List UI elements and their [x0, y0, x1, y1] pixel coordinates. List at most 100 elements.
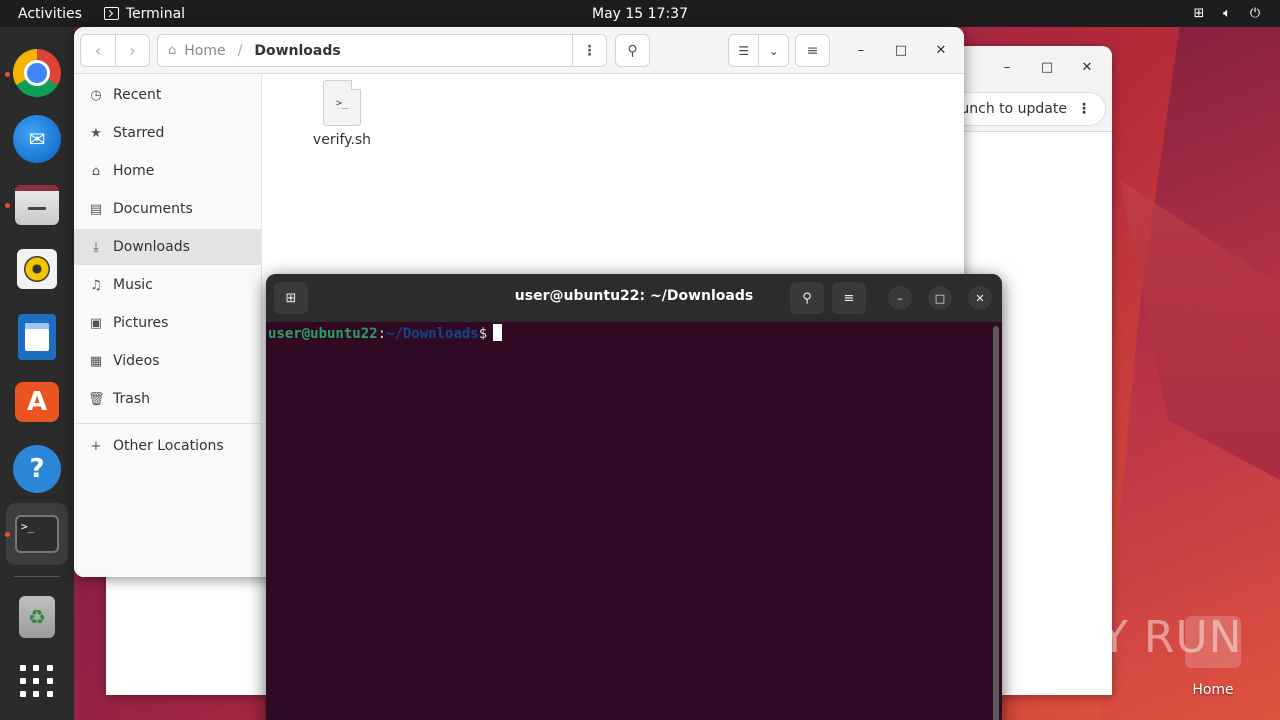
dock-separator [14, 576, 60, 577]
file-item[interactable]: >_ verify.sh [302, 80, 382, 148]
terminal-header: ⊞ user@ubuntu22: ~/Downloads ⚲ ≡ – □ ✕ [266, 274, 1002, 322]
breadcrumb: ⌂ Home / Downloads ⋮ [157, 34, 607, 67]
terminal-window: ⊞ user@ubuntu22: ~/Downloads ⚲ ≡ – □ ✕ u… [266, 274, 1002, 720]
prompt-user: user@ubuntu22 [268, 326, 378, 342]
nav-buttons: ‹ › [80, 34, 150, 67]
rhythmbox-icon[interactable] [17, 249, 57, 289]
desktop-home-icon[interactable]: Home [1180, 616, 1246, 698]
file-name: verify.sh [312, 132, 372, 148]
clock-icon: ◷ [90, 87, 102, 103]
sidebar-item-label: Other Locations [113, 438, 224, 454]
sidebar-item-label: Recent [113, 87, 162, 103]
system-tray[interactable]: ⊞ 🔈︎ ⏻ [1192, 6, 1262, 21]
search-button[interactable]: ⚲ [615, 34, 650, 67]
view-options-button[interactable]: ⌄ [758, 35, 788, 66]
sidebar-item-trash[interactable]: 🗑︎ Trash [74, 381, 262, 417]
trash-icon: 🗑︎ [88, 391, 105, 407]
star-icon: ★ [90, 125, 102, 141]
sidebar-item-label: Downloads [113, 239, 190, 255]
writer-icon[interactable] [18, 314, 56, 360]
maximize-icon[interactable]: □ [928, 286, 952, 310]
main-menu-button[interactable]: ≡ [795, 34, 830, 67]
back-button[interactable]: ‹ [81, 35, 115, 66]
help-icon[interactable]: ? [13, 445, 61, 493]
plus-icon: + [90, 438, 102, 454]
running-indicator [5, 532, 10, 537]
kebab-icon: ⋮ [1077, 101, 1091, 117]
folder-icon [1185, 616, 1241, 668]
terminal-icon [103, 7, 119, 20]
download-icon: ⤓ [93, 239, 99, 255]
home-icon: ⌂ [168, 43, 177, 58]
sidebar-item-music[interactable]: ♫ Music [74, 267, 262, 303]
running-indicator [5, 203, 10, 208]
terminal-search-button[interactable]: ⚲ [790, 282, 824, 314]
search-icon: ⚲ [627, 42, 638, 59]
terminal-scrollbar[interactable] [993, 326, 999, 720]
sidebar-item-label: Trash [113, 391, 150, 407]
breadcrumb-current[interactable]: Downloads [254, 43, 340, 59]
minimize-icon[interactable]: – [848, 37, 874, 63]
maximize-icon[interactable]: □ [888, 37, 914, 63]
running-indicator [5, 72, 10, 77]
clock[interactable]: May 15 17:37 [592, 6, 688, 22]
forward-button[interactable]: › [114, 35, 149, 66]
sidebar-item-documents[interactable]: ▤ Documents [74, 191, 262, 227]
maximize-icon[interactable]: □ [1034, 54, 1060, 80]
breadcrumb-home[interactable]: Home [184, 43, 225, 59]
new-tab-button[interactable]: ⊞ [274, 282, 308, 314]
sidebar-item-label: Music [113, 277, 153, 293]
app-menu-label: Terminal [125, 5, 186, 22]
path-menu-button[interactable]: ⋮ [572, 35, 606, 66]
minimize-icon[interactable]: – [888, 286, 912, 310]
terminal-menu-button[interactable]: ≡ [832, 282, 866, 314]
trash-icon[interactable]: ♻ [19, 596, 55, 638]
files-sidebar: ◷ Recent ★ Starred ⌂ Home ▤ Documents ⤓ … [74, 74, 262, 577]
hamburger-icon: ≡ [843, 290, 855, 306]
thunderbird-icon[interactable] [13, 115, 61, 163]
list-view-button[interactable]: ☰ [729, 35, 758, 66]
show-apps-icon[interactable] [20, 664, 54, 698]
terminal-icon[interactable]: >_ [15, 515, 59, 553]
top-bar: Activities Terminal May 15 17:37 ⊞ 🔈︎ ⏻ [0, 0, 1280, 27]
hamburger-icon: ≡ [806, 42, 819, 59]
close-icon[interactable]: ✕ [968, 286, 992, 310]
music-icon: ♫ [90, 277, 102, 293]
breadcrumb-separator: / [237, 42, 243, 59]
update-pill-label: launch to update [947, 101, 1067, 117]
view-buttons: ☰ ⌄ [728, 34, 789, 67]
close-icon[interactable]: ✕ [928, 37, 954, 63]
sidebar-separator [74, 423, 262, 424]
sidebar-item-recent[interactable]: ◷ Recent [74, 77, 262, 113]
activities-button[interactable]: Activities [18, 6, 82, 22]
close-icon[interactable]: ✕ [1074, 54, 1100, 80]
chrome-icon[interactable] [13, 49, 61, 97]
home-icon: ⌂ [91, 163, 101, 179]
software-icon[interactable]: A [15, 382, 59, 422]
sidebar-item-home[interactable]: ⌂ Home [74, 153, 262, 189]
network-icon[interactable]: ⊞ [1192, 6, 1206, 21]
document-icon: ▤ [89, 201, 103, 217]
picture-icon: ▣ [89, 315, 103, 331]
app-menu[interactable]: Terminal [103, 5, 186, 22]
prompt-path: ~/Downloads [386, 326, 479, 342]
minimize-icon[interactable]: – [994, 54, 1020, 80]
sidebar-item-pictures[interactable]: ▣ Pictures [74, 305, 262, 341]
desktop-home-label: Home [1192, 682, 1234, 698]
dock: A ? >_ ♻ [0, 27, 74, 720]
sidebar-item-starred[interactable]: ★ Starred [74, 115, 262, 151]
prompt-colon: : [377, 326, 387, 342]
power-icon[interactable]: ⏻ [1248, 6, 1262, 21]
sidebar-item-label: Documents [113, 201, 193, 217]
script-file-icon: >_ [323, 80, 361, 126]
search-icon: ⚲ [802, 290, 812, 306]
sidebar-item-other-locations[interactable]: + Other Locations [74, 428, 262, 464]
volume-icon[interactable]: 🔈︎ [1220, 6, 1234, 21]
files-icon[interactable] [15, 185, 59, 225]
prompt-symbol: $ [478, 326, 488, 342]
sidebar-item-videos[interactable]: ▦ Videos [74, 343, 262, 379]
sidebar-item-label: Pictures [113, 315, 169, 331]
sidebar-item-downloads[interactable]: ⤓ Downloads [74, 229, 262, 265]
sidebar-item-label: Starred [113, 125, 165, 141]
terminal-body[interactable]: user@ubuntu22:~/Downloads$ [266, 322, 1002, 720]
